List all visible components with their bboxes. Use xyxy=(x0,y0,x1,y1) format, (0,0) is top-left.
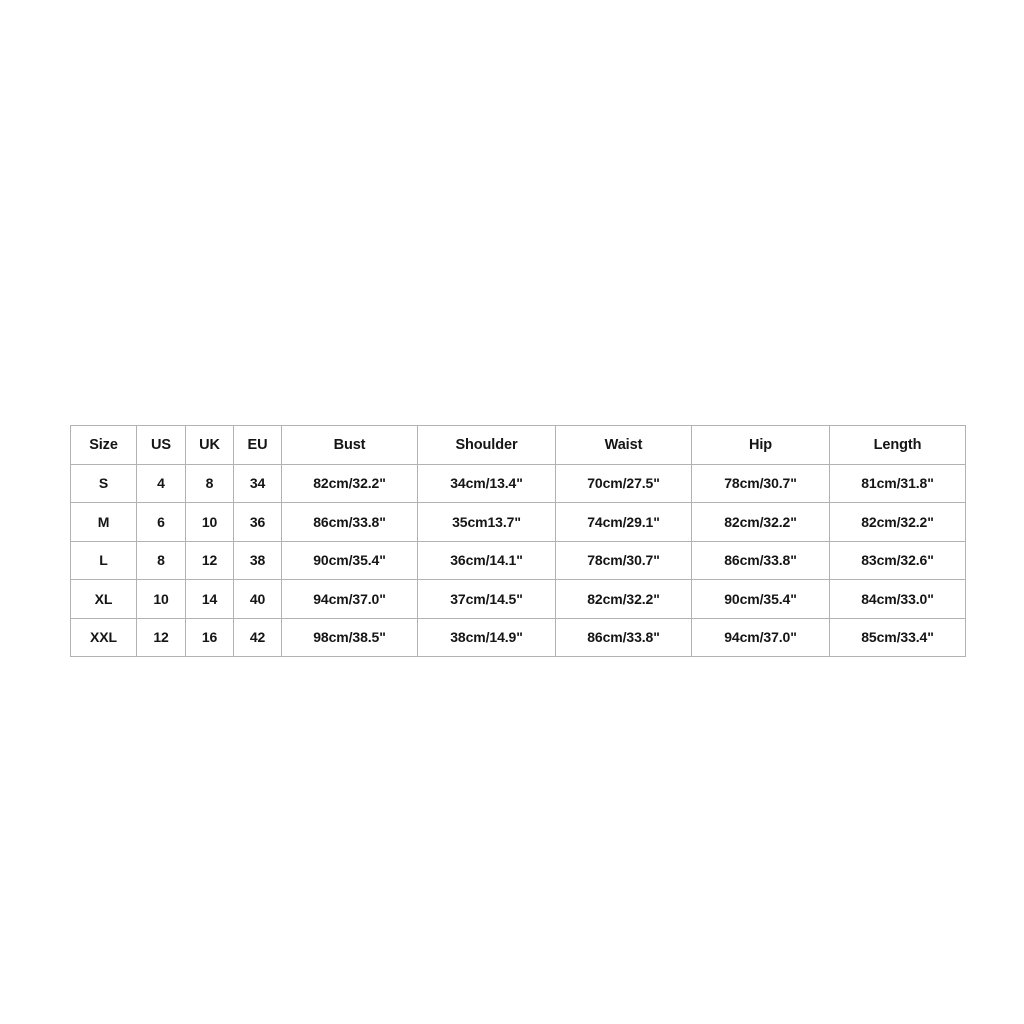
table-row: L 8 12 38 90cm/35.4" 36cm/14.1" 78cm/30.… xyxy=(70,540,966,580)
cell-hip: 94cm/37.0" xyxy=(691,617,830,657)
cell-us: 8 xyxy=(136,540,186,580)
cell-waist: 86cm/33.8" xyxy=(555,617,692,657)
cell-bust: 86cm/33.8" xyxy=(281,502,418,542)
cell-hip: 86cm/33.8" xyxy=(691,540,830,580)
cell-shoulder: 36cm/14.1" xyxy=(417,540,556,580)
cell-bust: 90cm/35.4" xyxy=(281,540,418,580)
cell-bust: 82cm/32.2" xyxy=(281,463,418,503)
cell-us: 12 xyxy=(136,617,186,657)
cell-size: S xyxy=(70,463,137,503)
cell-length: 83cm/32.6" xyxy=(829,540,966,580)
cell-eu: 36 xyxy=(233,502,282,542)
cell-uk: 16 xyxy=(185,617,234,657)
table-header: Size US UK EU Bust Shoulder Waist Hip Le… xyxy=(70,425,966,465)
cell-uk: 10 xyxy=(185,502,234,542)
column-header-uk: UK xyxy=(185,425,234,465)
table-row: XL 10 14 40 94cm/37.0" 37cm/14.5" 82cm/3… xyxy=(70,579,966,619)
column-header-us: US xyxy=(136,425,186,465)
cell-waist: 82cm/32.2" xyxy=(555,579,692,619)
table-header-row: Size US UK EU Bust Shoulder Waist Hip Le… xyxy=(70,425,966,465)
cell-eu: 38 xyxy=(233,540,282,580)
size-chart-container: Size US UK EU Bust Shoulder Waist Hip Le… xyxy=(70,425,966,657)
cell-waist: 70cm/27.5" xyxy=(555,463,692,503)
table-row: S 4 8 34 82cm/32.2" 34cm/13.4" 70cm/27.5… xyxy=(70,463,966,503)
cell-length: 85cm/33.4" xyxy=(829,617,966,657)
cell-shoulder: 34cm/13.4" xyxy=(417,463,556,503)
cell-uk: 8 xyxy=(185,463,234,503)
cell-length: 82cm/32.2" xyxy=(829,502,966,542)
cell-hip: 90cm/35.4" xyxy=(691,579,830,619)
column-header-eu: EU xyxy=(233,425,282,465)
size-chart-table: Size US UK EU Bust Shoulder Waist Hip Le… xyxy=(70,425,966,657)
cell-waist: 78cm/30.7" xyxy=(555,540,692,580)
cell-us: 6 xyxy=(136,502,186,542)
cell-bust: 98cm/38.5" xyxy=(281,617,418,657)
table-body: S 4 8 34 82cm/32.2" 34cm/13.4" 70cm/27.5… xyxy=(70,463,966,657)
cell-eu: 42 xyxy=(233,617,282,657)
table-row: XXL 12 16 42 98cm/38.5" 38cm/14.9" 86cm/… xyxy=(70,617,966,657)
cell-size: XL xyxy=(70,579,137,619)
cell-size: M xyxy=(70,502,137,542)
cell-uk: 14 xyxy=(185,579,234,619)
cell-length: 84cm/33.0" xyxy=(829,579,966,619)
column-header-shoulder: Shoulder xyxy=(417,425,556,465)
cell-bust: 94cm/37.0" xyxy=(281,579,418,619)
table-row: M 6 10 36 86cm/33.8" 35cm13.7" 74cm/29.1… xyxy=(70,502,966,542)
cell-us: 4 xyxy=(136,463,186,503)
cell-waist: 74cm/29.1" xyxy=(555,502,692,542)
cell-size: XXL xyxy=(70,617,137,657)
cell-length: 81cm/31.8" xyxy=(829,463,966,503)
cell-eu: 40 xyxy=(233,579,282,619)
column-header-waist: Waist xyxy=(555,425,692,465)
cell-uk: 12 xyxy=(185,540,234,580)
cell-hip: 82cm/32.2" xyxy=(691,502,830,542)
cell-eu: 34 xyxy=(233,463,282,503)
cell-shoulder: 35cm13.7" xyxy=(417,502,556,542)
cell-shoulder: 38cm/14.9" xyxy=(417,617,556,657)
cell-shoulder: 37cm/14.5" xyxy=(417,579,556,619)
cell-hip: 78cm/30.7" xyxy=(691,463,830,503)
cell-us: 10 xyxy=(136,579,186,619)
column-header-bust: Bust xyxy=(281,425,418,465)
column-header-length: Length xyxy=(829,425,966,465)
column-header-hip: Hip xyxy=(691,425,830,465)
cell-size: L xyxy=(70,540,137,580)
column-header-size: Size xyxy=(70,425,137,465)
